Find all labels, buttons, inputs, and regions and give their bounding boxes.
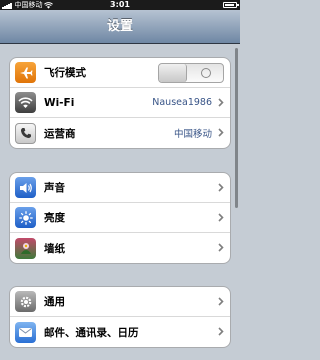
chevron-right-icon [218, 128, 224, 137]
page-title: 设置 [106, 19, 133, 34]
chevron-right-icon [218, 183, 224, 192]
airplane-mode-toggle[interactable] [158, 63, 224, 83]
gear-icon [15, 291, 36, 312]
status-time: 3:01 [110, 0, 130, 9]
row-label: 邮件、通讯录、日历 [44, 326, 139, 339]
row-mail-contacts-calendars[interactable]: 邮件、通讯录、日历 [10, 317, 230, 347]
row-sounds[interactable]: 声音 [10, 173, 230, 203]
navigation-bar: 设置 [0, 10, 240, 44]
settings-group-display: 声音 亮度 墙纸 [9, 172, 231, 264]
chevron-right-icon [218, 297, 224, 306]
chevron-right-icon [218, 327, 224, 336]
speaker-icon [15, 177, 36, 198]
row-label: 亮度 [44, 212, 65, 224]
wifi-icon [15, 92, 36, 113]
toggle-off-icon [201, 68, 211, 78]
row-carrier[interactable]: 运营商 中国移动 [10, 118, 230, 148]
row-wallpaper[interactable]: 墙纸 [10, 233, 230, 263]
phone-icon [15, 122, 36, 144]
row-airplane-mode: 飞行模式 [10, 58, 230, 88]
chevron-right-icon [218, 98, 224, 107]
carrier-value: 中国移动 [173, 129, 212, 140]
battery-icon [223, 2, 239, 8]
row-general[interactable]: 通用 [10, 287, 230, 317]
brightness-icon [15, 207, 36, 228]
row-wifi[interactable]: Wi-Fi Nausea1986 [10, 88, 230, 118]
settings-group-general: 通用 邮件、通讯录、日历 [9, 286, 231, 348]
mail-icon [15, 321, 36, 343]
row-label: 飞行模式 [44, 67, 86, 79]
row-label: Wi-Fi [44, 96, 75, 109]
status-bar: 中国移动 3:01 [0, 0, 240, 10]
row-label: 运营商 [44, 127, 76, 140]
wifi-network-name: Nausea1986 [152, 97, 212, 108]
row-label: 声音 [44, 182, 65, 194]
scrollbar[interactable] [235, 48, 238, 208]
settings-group-connectivity: 飞行模式 Wi-Fi Nausea1986 运营商 中国移动 [9, 57, 231, 149]
row-brightness[interactable]: 亮度 [10, 203, 230, 233]
chevron-right-icon [218, 213, 224, 222]
row-label: 通用 [44, 296, 65, 308]
wallpaper-icon [15, 237, 36, 259]
airplane-icon [15, 62, 36, 83]
row-label: 墙纸 [44, 242, 65, 255]
chevron-right-icon [218, 243, 224, 252]
